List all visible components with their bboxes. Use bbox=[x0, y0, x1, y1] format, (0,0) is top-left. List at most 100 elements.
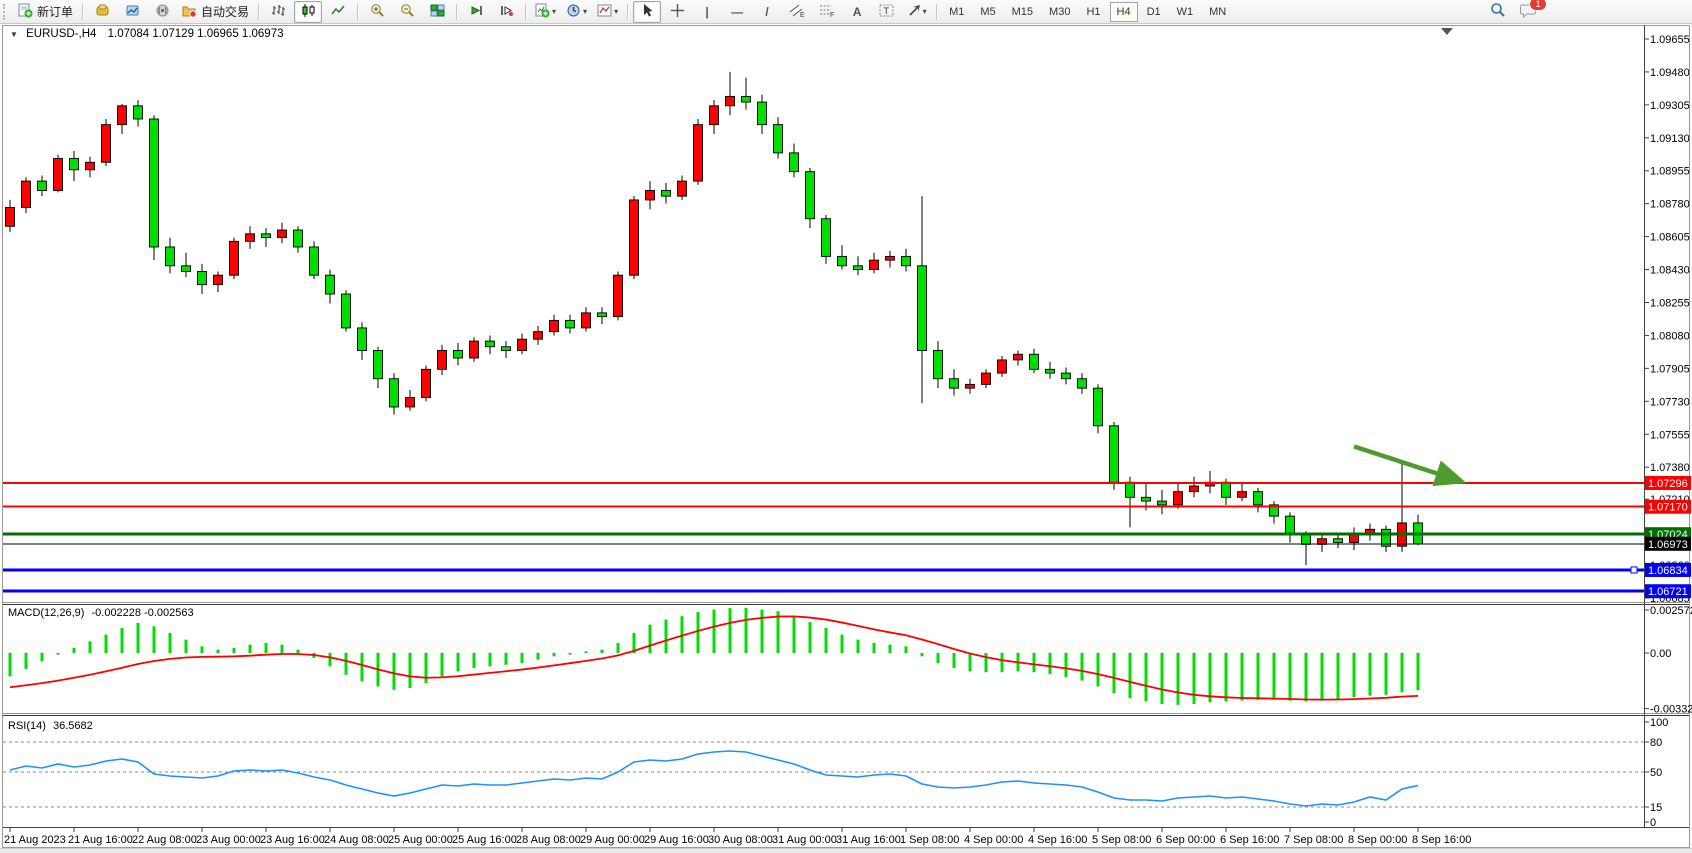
macd-histogram-bar bbox=[1257, 653, 1260, 700]
search-icon bbox=[1490, 2, 1506, 21]
macd-histogram-bar bbox=[329, 653, 332, 666]
tf-h1-button[interactable]: H1 bbox=[1079, 2, 1107, 22]
macd-histogram-bar bbox=[217, 650, 220, 653]
macd-histogram-bar bbox=[409, 653, 412, 688]
arrows-tool-button[interactable]: ▾ bbox=[903, 1, 931, 23]
text-tool-button[interactable]: A bbox=[843, 1, 871, 23]
candle bbox=[886, 256, 895, 260]
tf-m5-button[interactable]: M5 bbox=[973, 2, 1002, 22]
macd-tick-label: 0.002572 bbox=[1650, 605, 1692, 617]
candle bbox=[518, 339, 527, 350]
chart-canvas[interactable]: 1.096551.094801.093051.091301.089551.087… bbox=[0, 0, 1692, 853]
macd-histogram-bar bbox=[1161, 653, 1164, 704]
candle bbox=[598, 313, 607, 317]
navigator-button[interactable] bbox=[118, 1, 146, 23]
candle bbox=[22, 181, 31, 207]
channel-tool-button[interactable]: E bbox=[783, 1, 811, 23]
tf-m1-button[interactable]: M1 bbox=[942, 2, 971, 22]
search-button[interactable] bbox=[1484, 1, 1512, 23]
macd-histogram-bar bbox=[1001, 653, 1004, 672]
crosshair-tool-button[interactable] bbox=[663, 1, 691, 23]
macd-histogram-bar bbox=[793, 616, 796, 653]
candle bbox=[294, 230, 303, 247]
macd-histogram-bar bbox=[649, 625, 652, 653]
candle bbox=[1222, 482, 1231, 497]
rsi-tick-label: 0 bbox=[1650, 817, 1656, 829]
macd-histogram-bar bbox=[985, 653, 988, 672]
candle bbox=[182, 266, 191, 272]
macd-histogram-bar bbox=[553, 653, 556, 656]
price-level-chip-label: 1.06973 bbox=[1648, 539, 1688, 551]
toolbar-separator bbox=[82, 4, 83, 20]
text-label-tool-button[interactable]: T bbox=[873, 1, 901, 23]
rsi-name: RSI(14) bbox=[8, 720, 46, 732]
macd-histogram-bar bbox=[1273, 653, 1276, 700]
indicators-button[interactable]: ▾ bbox=[531, 1, 560, 23]
candle bbox=[790, 153, 799, 172]
candle bbox=[1350, 535, 1359, 543]
expand-panel-icon[interactable]: ▼ bbox=[10, 30, 18, 39]
macd-tick-label: -0.003326 bbox=[1650, 704, 1692, 716]
macd-histogram-bar bbox=[153, 626, 156, 653]
auto-scroll-button[interactable] bbox=[462, 1, 490, 23]
price-tick-label: 1.09130 bbox=[1650, 133, 1690, 145]
chart-title[interactable]: ▼ EURUSD-,H4 1.07084 1.07129 1.06965 1.0… bbox=[10, 28, 284, 40]
macd-histogram-bar bbox=[569, 653, 572, 655]
vertical-line-icon: | bbox=[705, 6, 708, 18]
tf-d1-button[interactable]: D1 bbox=[1140, 2, 1168, 22]
horizontal-line-tool-button[interactable]: — bbox=[723, 1, 751, 23]
chart-shift-button[interactable] bbox=[492, 1, 520, 23]
candle bbox=[1158, 501, 1167, 505]
candle bbox=[150, 119, 159, 247]
candle bbox=[214, 275, 223, 284]
signals-button[interactable] bbox=[148, 1, 176, 23]
trend-arrow-annotation[interactable] bbox=[1354, 446, 1458, 480]
notification-badge: 1 bbox=[1529, 0, 1547, 11]
level-handle[interactable] bbox=[1631, 567, 1637, 573]
candle bbox=[822, 219, 831, 257]
bar-chart-button[interactable] bbox=[264, 1, 292, 23]
candlestick-chart-button[interactable] bbox=[294, 1, 322, 23]
candle bbox=[918, 266, 927, 351]
notifications-button[interactable]: 1 bbox=[1514, 1, 1542, 23]
time-axis[interactable]: 21 Aug 202321 Aug 16:0022 Aug 08:0023 Au… bbox=[4, 828, 1471, 846]
candle bbox=[534, 332, 543, 340]
toolbar-gripper[interactable] bbox=[3, 4, 10, 20]
tile-windows-button[interactable] bbox=[423, 1, 451, 23]
tf-m15-button[interactable]: M15 bbox=[1005, 2, 1040, 22]
toolbar-separator bbox=[258, 4, 259, 20]
new-order-button[interactable]: 新订单 bbox=[14, 1, 77, 23]
time-tick-label: 21 Aug 2023 bbox=[4, 834, 66, 846]
vertical-line-tool-button[interactable]: | bbox=[693, 1, 721, 23]
tf-h4-button[interactable]: H4 bbox=[1110, 2, 1138, 22]
cursor-tool-button[interactable] bbox=[633, 1, 661, 23]
tf-w1-button[interactable]: W1 bbox=[1170, 2, 1201, 22]
macd-histogram-bar bbox=[441, 653, 444, 676]
candle bbox=[134, 106, 143, 119]
chart-shift-marker[interactable] bbox=[1441, 28, 1453, 35]
candle bbox=[1094, 388, 1103, 426]
toolbar-separator bbox=[525, 4, 526, 20]
macd-histogram-bar bbox=[665, 620, 668, 653]
time-tick-label: 6 Sep 00:00 bbox=[1156, 834, 1215, 846]
time-tick-label: 1 Sep 08:00 bbox=[900, 834, 959, 846]
macd-histogram-bar bbox=[393, 653, 396, 690]
auto-trading-button[interactable]: 自动交易 bbox=[178, 1, 253, 23]
line-chart-button[interactable] bbox=[324, 1, 352, 23]
toolbar-separator bbox=[357, 4, 358, 20]
candle bbox=[502, 347, 511, 351]
tf-mn-button[interactable]: MN bbox=[1202, 2, 1233, 22]
macd-histogram-bar bbox=[761, 610, 764, 653]
market-watch-button[interactable] bbox=[88, 1, 116, 23]
tf-m30-button[interactable]: M30 bbox=[1042, 2, 1077, 22]
candle bbox=[1046, 369, 1055, 373]
zoom-in-button[interactable] bbox=[363, 1, 391, 23]
chevron-down-icon: ▾ bbox=[552, 7, 556, 16]
zoom-out-button[interactable] bbox=[393, 1, 421, 23]
trendline-tool-button[interactable]: / bbox=[753, 1, 781, 23]
price-level-chip-label: 1.06721 bbox=[1648, 586, 1688, 598]
templates-button[interactable]: ▾ bbox=[593, 1, 622, 23]
candle bbox=[342, 294, 351, 328]
fibonacci-tool-button[interactable]: F bbox=[813, 1, 841, 23]
periods-button[interactable]: ▾ bbox=[562, 1, 591, 23]
